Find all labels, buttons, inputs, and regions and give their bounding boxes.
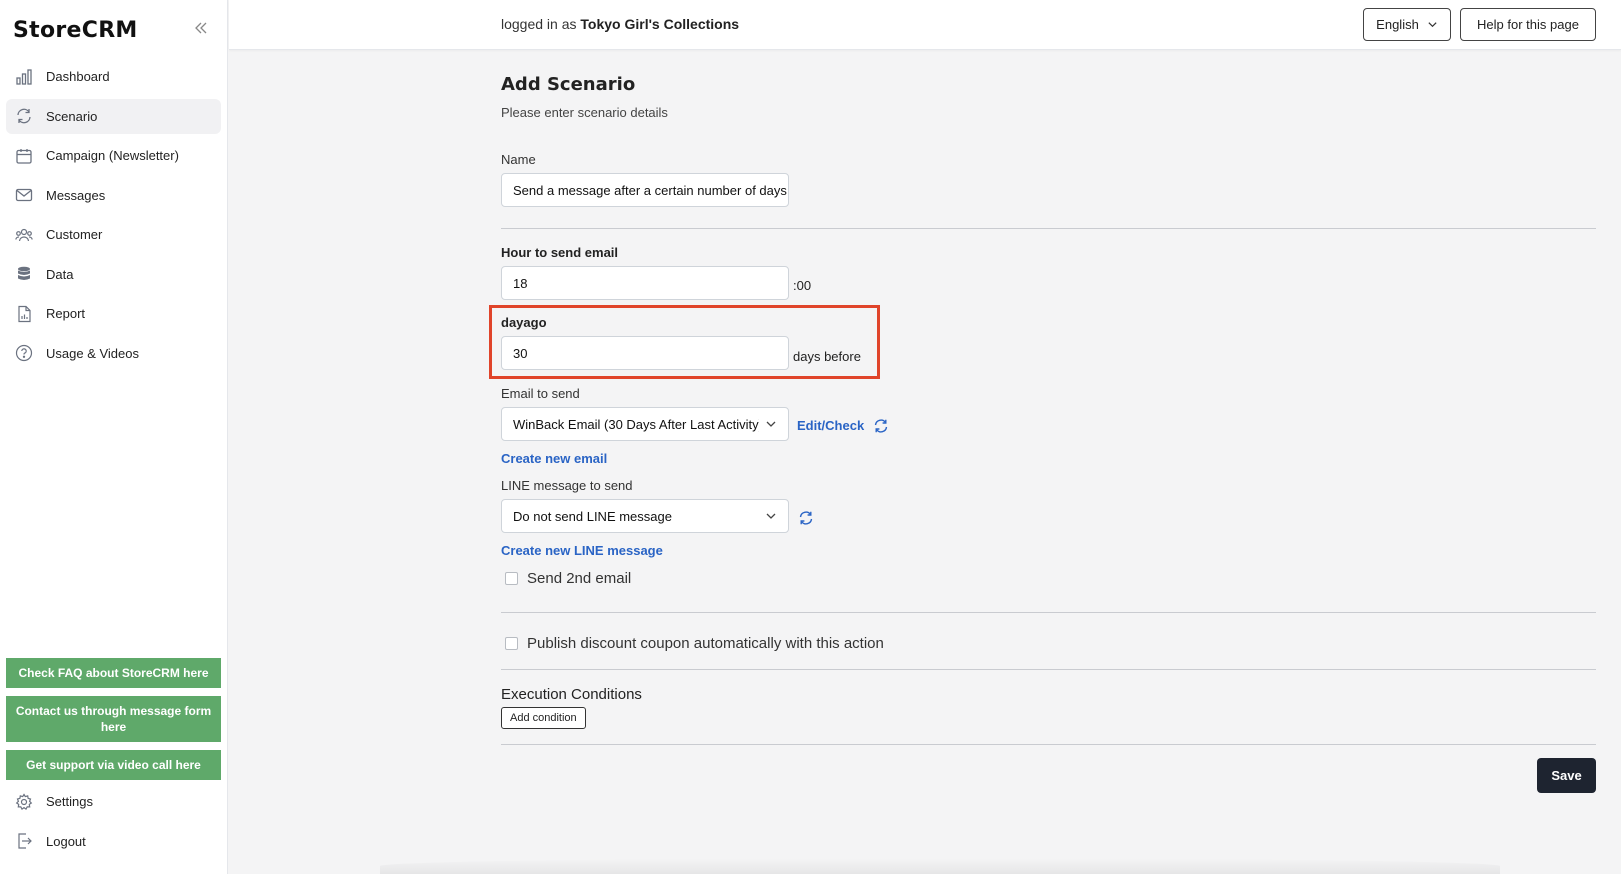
help-button[interactable]: Help for this page: [1460, 8, 1596, 41]
sidebar-item-label: Settings: [46, 794, 93, 809]
email-select-value: WinBack Email (30 Days After Last Activi…: [513, 416, 759, 432]
add-condition-button[interactable]: Add condition: [501, 707, 586, 729]
sidebar-bottom-nav: Settings Logout: [6, 784, 221, 863]
logout-icon: [14, 831, 34, 851]
language-label: English: [1376, 17, 1419, 32]
name-input[interactable]: Send a message after a certain number of…: [501, 173, 789, 207]
second-email-label: Send 2nd email: [527, 570, 632, 587]
sidebar-item-label: Customer: [46, 227, 103, 242]
sidebar-nav: Dashboard Scenario Campaign (Newsletter)…: [6, 59, 221, 375]
create-line-link[interactable]: Create new LINE message: [501, 543, 663, 558]
topbar: logged in as Tokyo Girl's Collections En…: [229, 0, 1621, 50]
sidebar-item-messages[interactable]: Messages: [6, 178, 221, 213]
bottom-shadow: [380, 858, 1500, 874]
gear-icon: [14, 792, 34, 812]
sidebar-item-dashboard[interactable]: Dashboard: [6, 59, 221, 94]
edit-check-link[interactable]: Edit/Check: [797, 418, 864, 433]
contact-form-button[interactable]: Contact us through message form here: [6, 696, 221, 742]
refresh-icon: [14, 106, 34, 126]
sidebar-item-scenario[interactable]: Scenario: [6, 98, 221, 134]
store-name: Tokyo Girl's Collections: [580, 16, 740, 32]
sidebar-item-campaign[interactable]: Campaign (Newsletter): [6, 138, 221, 173]
document-chart-icon: [14, 304, 34, 324]
second-email-checkbox[interactable]: [505, 572, 518, 585]
refresh-icon[interactable]: [873, 418, 889, 434]
chevrons-left-icon[interactable]: [193, 20, 209, 36]
hour-suffix: :00: [793, 278, 812, 293]
sidebar-item-label: Report: [46, 306, 86, 321]
logged-in-text: logged in as Tokyo Girl's Collections: [501, 16, 739, 32]
divider: [501, 612, 1596, 613]
refresh-icon[interactable]: [798, 510, 814, 526]
language-select[interactable]: English: [1363, 8, 1451, 41]
line-select[interactable]: Do not send LINE message: [501, 499, 789, 533]
create-email-link[interactable]: Create new email: [501, 451, 607, 466]
line-select-value: Do not send LINE message: [513, 508, 672, 524]
sidebar: StoreCRM Dashboard Scenario Campaign (Ne…: [0, 0, 228, 874]
sidebar-item-report[interactable]: Report: [6, 296, 221, 331]
sidebar-item-label: Usage & Videos: [46, 345, 139, 361]
video-call-button[interactable]: Get support via video call here: [6, 750, 221, 780]
logged-in-prefix: logged in as: [501, 16, 577, 32]
sidebar-item-settings[interactable]: Settings: [6, 784, 221, 819]
hour-label: Hour to send email: [501, 245, 619, 260]
chevron-down-icon: [1428, 22, 1437, 28]
sidebar-item-data[interactable]: Data: [6, 257, 221, 292]
mail-icon: [14, 185, 34, 205]
sidebar-item-label: Campaign (Newsletter): [46, 148, 179, 163]
database-icon: [14, 264, 34, 284]
sidebar-item-label: Messages: [46, 187, 106, 203]
sidebar-item-label: Dashboard: [46, 69, 110, 84]
brand-logo[interactable]: StoreCRM: [13, 18, 138, 43]
line-label: LINE message to send: [501, 478, 633, 493]
question-circle-icon: [14, 343, 34, 363]
chevron-down-icon: [766, 513, 776, 519]
page-title: Add Scenario: [501, 74, 636, 95]
sidebar-item-label: Logout: [46, 833, 86, 849]
sidebar-item-usage[interactable]: Usage & Videos: [6, 336, 221, 371]
faq-button[interactable]: Check FAQ about StoreCRM here: [6, 658, 221, 688]
page-subtitle: Please enter scenario details: [501, 105, 668, 120]
chevron-down-icon: [766, 421, 776, 427]
coupon-checkbox[interactable]: [505, 637, 518, 650]
sidebar-item-customer[interactable]: Customer: [6, 217, 221, 252]
email-label: Email to send: [501, 386, 580, 401]
save-button[interactable]: Save: [1537, 758, 1596, 793]
divider: [501, 228, 1596, 229]
hour-input[interactable]: 18: [501, 266, 789, 300]
divider: [501, 744, 1596, 745]
sidebar-item-label: Data: [46, 266, 74, 282]
name-label: Name: [501, 152, 536, 167]
users-icon: [14, 225, 34, 245]
coupon-label: Publish discount coupon automatically wi…: [527, 635, 884, 652]
conditions-title: Execution Conditions: [501, 686, 642, 703]
bar-chart-icon: [14, 67, 34, 87]
sidebar-item-logout[interactable]: Logout: [6, 824, 221, 859]
calendar-icon: [14, 146, 34, 166]
divider: [501, 669, 1596, 670]
highlight-box: [489, 305, 880, 379]
email-select[interactable]: WinBack Email (30 Days After Last Activi…: [501, 407, 789, 441]
sidebar-item-label: Scenario: [46, 108, 98, 124]
